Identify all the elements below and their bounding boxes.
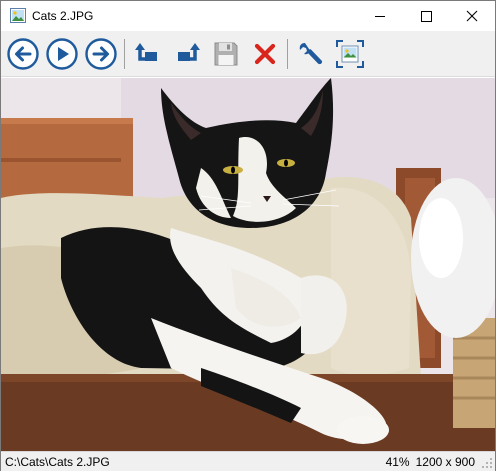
minimize-icon (375, 16, 385, 17)
maximize-icon (421, 11, 432, 22)
fit-to-window-button[interactable] (333, 37, 367, 71)
next-button[interactable] (84, 37, 118, 71)
toolbar-separator (287, 39, 288, 69)
maximize-button[interactable] (403, 1, 449, 31)
rotate-right-icon (178, 43, 200, 61)
file-path: C:\Cats\Cats 2.JPG (5, 455, 110, 469)
settings-button[interactable] (294, 37, 328, 71)
image-dimensions: 1200 x 900 (415, 455, 475, 469)
image-viewer-window: Cats 2.JPG C:\Cats\Cats 2.JPG 41% 1200 x… (0, 0, 496, 471)
play-circle-icon (46, 38, 78, 70)
arrow-right-circle-icon (85, 38, 117, 70)
save-button[interactable] (209, 37, 243, 71)
photo-icon (1, 78, 495, 451)
toolbar-separator (124, 39, 125, 69)
image-info: 41% 1200 x 900 (386, 455, 475, 469)
image-display[interactable] (1, 78, 495, 451)
title-bar[interactable]: Cats 2.JPG (1, 1, 495, 31)
previous-button[interactable] (6, 37, 40, 71)
fit-image-icon (336, 40, 364, 68)
rotate-left-icon (135, 43, 157, 61)
slideshow-button[interactable] (45, 37, 79, 71)
image-file-icon (10, 8, 26, 23)
floppy-disk-icon (214, 42, 238, 66)
red-x-icon (254, 43, 276, 65)
wrench-icon (299, 43, 323, 65)
close-button[interactable] (449, 1, 495, 31)
delete-button[interactable] (248, 37, 282, 71)
close-icon (466, 10, 478, 22)
minimize-button[interactable] (357, 1, 403, 31)
rotate-right-button[interactable] (170, 37, 204, 71)
window-title: Cats 2.JPG (32, 9, 94, 23)
rotate-left-button[interactable] (131, 37, 165, 71)
zoom-level: 41% (385, 455, 410, 469)
status-bar: C:\Cats\Cats 2.JPG 41% 1200 x 900 (1, 451, 495, 471)
arrow-left-circle-icon (7, 38, 39, 70)
toolbar (1, 31, 495, 77)
resize-grip-icon[interactable] (481, 457, 493, 469)
